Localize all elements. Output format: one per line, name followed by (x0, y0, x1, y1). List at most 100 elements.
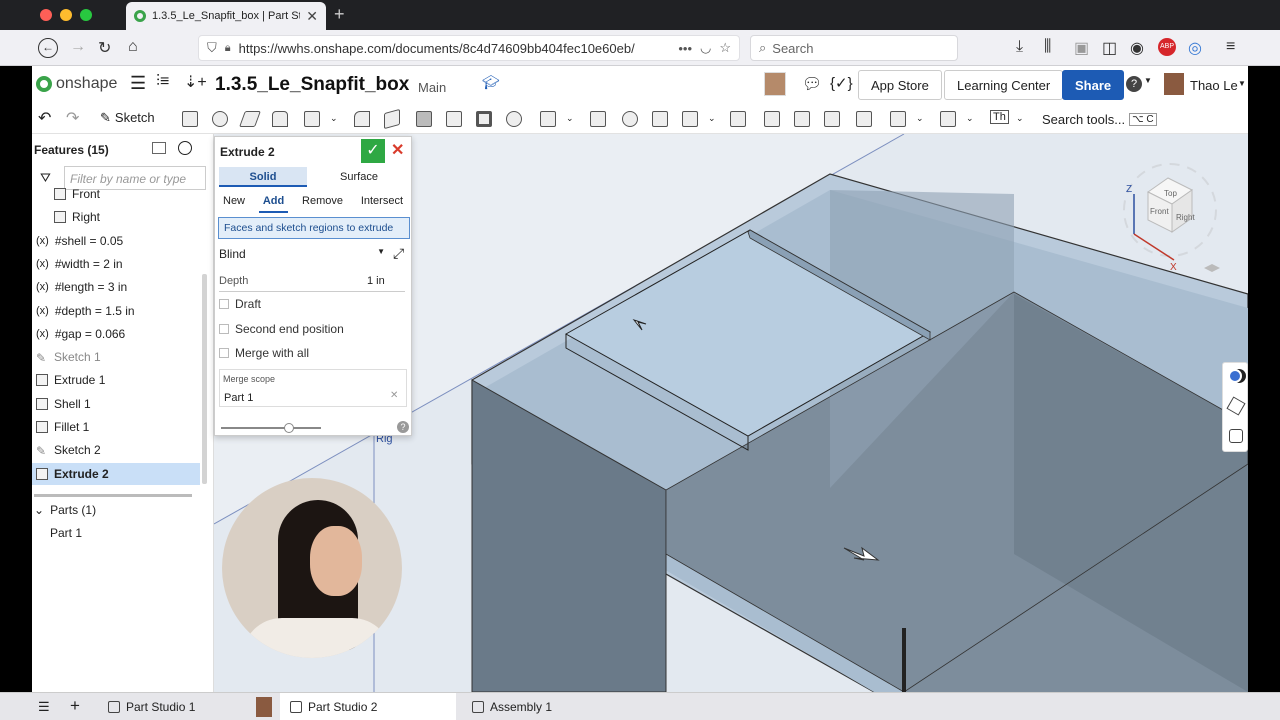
feature-item[interactable]: Extrude 1 (32, 369, 200, 391)
help-icon[interactable]: ? (1126, 76, 1142, 92)
end-type-select[interactable]: Blind ▼ (219, 247, 385, 261)
mirror-icon[interactable] (590, 111, 606, 127)
draft-icon[interactable] (416, 111, 432, 127)
extrude-icon[interactable] (182, 111, 198, 127)
onshape-logo-text[interactable]: onshape (56, 75, 117, 93)
plane-icon[interactable] (890, 111, 906, 127)
view-cube[interactable]: Top Front Right Z X (1120, 150, 1230, 275)
confirm-button[interactable]: ✓ (361, 139, 385, 163)
feature-list-icon[interactable]: ⫶≡ (156, 73, 169, 91)
op-add-button[interactable]: Add (258, 191, 289, 213)
user-dropdown-icon[interactable]: ▼ (1238, 79, 1246, 88)
chamfer-icon[interactable] (384, 108, 400, 130)
education-cap-icon[interactable]: 🎓︎ (482, 74, 500, 91)
add-folder-icon[interactable] (152, 142, 166, 154)
document-tab[interactable]: Part Studio 2 (280, 693, 456, 720)
forward-icon[interactable]: → (70, 38, 86, 56)
feature-item[interactable]: Extrude 2 (32, 462, 200, 485)
plane-dropdown-icon[interactable]: ⌄ (916, 113, 924, 124)
menu-icon[interactable]: ≡ (1226, 38, 1235, 56)
adblock-icon[interactable]: ABP (1158, 38, 1176, 56)
undo-icon[interactable]: ↶ (38, 108, 51, 128)
onshape-logo-icon[interactable] (36, 76, 52, 92)
feature-item[interactable]: Shell 1 (32, 393, 200, 415)
browser-tab[interactable]: 1.3.5_Le_Snapfit_box | Part Stud ✕ (126, 2, 326, 30)
depth-field[interactable]: 1 in (367, 275, 385, 287)
feature-item[interactable]: Front (32, 183, 200, 205)
variables-icon[interactable]: {✓} (830, 74, 853, 92)
boolean-icon[interactable] (622, 111, 638, 127)
add-tab-icon[interactable]: + (70, 696, 80, 716)
user-avatar[interactable] (1164, 73, 1184, 95)
search-tools-field[interactable]: Search tools... ⌥ C (1042, 108, 1157, 130)
text-tool-icon[interactable]: Th (990, 110, 1009, 124)
op-new-button[interactable]: New (219, 191, 249, 213)
pocket-icon[interactable]: ◡ (700, 40, 711, 56)
mate-connector-dropdown-icon[interactable]: ⌄ (966, 113, 974, 124)
feature-item[interactable]: (x) #length = 3 in (32, 276, 200, 298)
maximize-window-icon[interactable] (80, 9, 92, 21)
collaborator-avatar[interactable] (256, 697, 272, 717)
loft-icon[interactable] (272, 111, 288, 127)
view-options-icon[interactable] (1204, 264, 1220, 272)
url-field[interactable]: ⛉ 🔒︎ https://wwhs.onshape.com/documents/… (198, 35, 740, 61)
pattern-icon[interactable] (540, 111, 556, 127)
app-store-button[interactable]: App Store (858, 70, 942, 100)
merge-all-checkbox[interactable] (219, 348, 229, 358)
feature-item[interactable]: Fillet 1 (32, 416, 200, 438)
shell-icon[interactable] (476, 111, 492, 127)
op-intersect-button[interactable]: Intersect (357, 191, 407, 213)
pattern-dropdown-icon[interactable]: ⌄ (566, 113, 574, 124)
hole-icon[interactable] (506, 111, 522, 127)
text-tool-dropdown-icon[interactable]: ⌄ (1016, 113, 1024, 124)
new-tab-icon[interactable]: + (334, 4, 345, 25)
op-remove-button[interactable]: Remove (298, 191, 347, 213)
share-button[interactable]: Share (1062, 70, 1125, 100)
dialog-help-icon[interactable]: ? (397, 421, 409, 433)
clear-scope-icon[interactable]: ✕ (390, 390, 398, 401)
feature-item[interactable]: (x) #depth = 1.5 in (32, 300, 200, 322)
help-dropdown-icon[interactable]: ▼ (1144, 76, 1152, 85)
insert-icon[interactable]: ⇣+ (184, 72, 207, 92)
opacity-slider[interactable] (221, 423, 321, 433)
user-name[interactable]: Thao Le (1190, 78, 1238, 93)
draft-checkbox[interactable] (219, 299, 229, 309)
selection-field[interactable]: Faces and sketch regions to extrude (218, 217, 410, 239)
merge-scope-box[interactable]: Merge scope Part 1 ✕ (219, 369, 407, 407)
comment-icon[interactable]: 💬︎ (802, 74, 822, 94)
fillet-icon[interactable] (354, 111, 370, 127)
second-end-checkbox[interactable] (219, 324, 229, 334)
hamburger-icon[interactable]: ☰ (130, 73, 146, 94)
delete-face-icon[interactable] (794, 111, 810, 127)
tab-solid[interactable]: Solid (219, 167, 307, 187)
feature-item[interactable]: (x) #gap = 0.066 (32, 323, 200, 345)
document-tab[interactable]: Assembly 1 (462, 693, 612, 720)
workspace-name[interactable]: Main (418, 80, 446, 95)
split-icon[interactable] (652, 111, 668, 127)
delete-part-icon[interactable] (730, 111, 746, 127)
thicken-dropdown-icon[interactable]: ⌄ (330, 113, 338, 124)
transform-icon[interactable] (682, 111, 698, 127)
sketch-button[interactable]: ✎ Sketch (100, 110, 155, 126)
tab-list-icon[interactable]: ☰ (38, 699, 50, 715)
move-face-icon[interactable] (764, 111, 780, 127)
feature-item[interactable]: Right (32, 206, 200, 228)
appearance-icon[interactable] (1228, 369, 1242, 383)
browser-search-field[interactable]: ⌕ Search (750, 35, 958, 61)
account-icon[interactable]: ◉ (1130, 38, 1144, 58)
extension-2-icon[interactable]: ◎ (1188, 38, 1202, 58)
offset-surface-icon[interactable] (856, 111, 872, 127)
mate-icon[interactable] (1229, 429, 1243, 443)
feature-item[interactable]: ✎ Sketch 1 (32, 346, 200, 368)
document-name[interactable]: 1.3.5_Le_Snapfit_box (215, 74, 409, 96)
sweep-icon[interactable] (239, 111, 261, 127)
panel-divider[interactable] (34, 494, 192, 497)
parts-cube-icon[interactable] (1226, 396, 1246, 416)
library-icon[interactable]: ⫼ (1044, 38, 1051, 56)
rib-icon[interactable] (446, 111, 462, 127)
feature-item[interactable]: (x) #shell = 0.05 (32, 230, 200, 252)
second-end-option[interactable]: Second end position (219, 322, 344, 336)
rollback-timer-icon[interactable] (178, 141, 192, 155)
revolve-icon[interactable] (212, 111, 228, 127)
close-tab-icon[interactable]: ✕ (306, 8, 318, 25)
